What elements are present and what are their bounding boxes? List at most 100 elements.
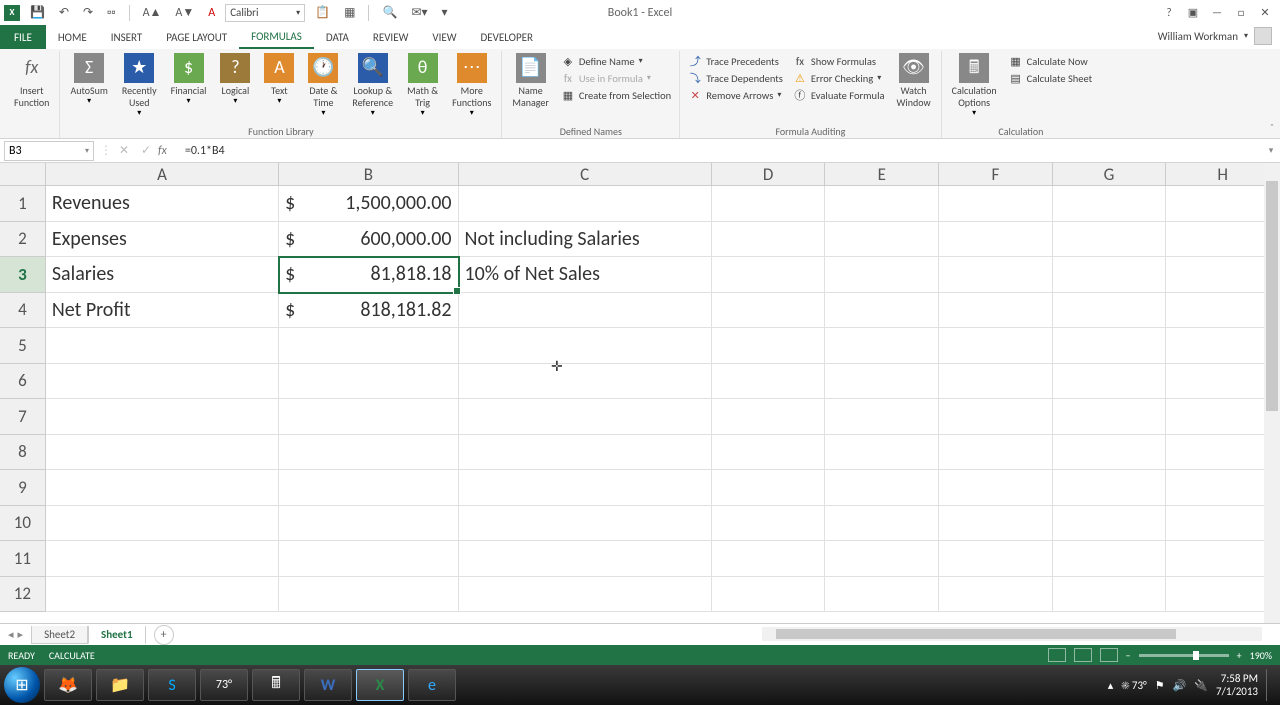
row-header-10[interactable]: 10 [0,506,46,542]
taskbar-ie-icon[interactable]: e [408,669,456,701]
show-formulas-button[interactable]: fxShow Formulas [789,53,889,69]
cell[interactable] [459,506,712,542]
expand-formula-bar-icon[interactable]: ▾ [1262,145,1280,156]
cell[interactable] [825,541,939,577]
trace-precedents-button[interactable]: ⤴Trace Precedents [684,53,787,69]
cell[interactable] [1166,293,1280,329]
cell[interactable] [1053,506,1167,542]
qat-print-preview-icon[interactable]: 🔍 [378,3,401,22]
cell[interactable] [825,506,939,542]
cell-b3[interactable]: $81,818.18 [279,257,458,293]
taskbar-word-icon[interactable]: W [304,669,352,701]
cell[interactable] [712,186,826,222]
row-header-3[interactable]: 3 [0,257,46,293]
cell[interactable] [939,222,1053,258]
taskbar-weather-icon[interactable]: 73° [200,669,248,701]
minimize-button[interactable]: — [1206,4,1228,22]
define-name-button[interactable]: ◈Define Name ▾ [557,53,675,69]
date-time-button[interactable]: 🕐Date & Time▾ [302,51,344,123]
cell[interactable] [1166,186,1280,222]
row-header-7[interactable]: 7 [0,399,46,435]
create-from-selection-button[interactable]: ▦Create from Selection [557,87,675,103]
calculate-sheet-button[interactable]: ▤Calculate Sheet [1005,70,1097,86]
col-header-h[interactable]: H [1166,163,1280,185]
sheet-tab-sheet2[interactable]: Sheet2 [31,626,88,644]
col-header-a[interactable]: A [46,163,279,185]
spreadsheet-grid[interactable]: A B C D E F G H 1 Revenues $1,500,000.00… [0,163,1280,623]
cell[interactable] [939,541,1053,577]
row-header-1[interactable]: 1 [0,186,46,222]
cell[interactable] [1166,399,1280,435]
math-trig-button[interactable]: θMath & Trig▾ [401,51,444,123]
cell[interactable] [1053,293,1167,329]
cell[interactable] [46,506,279,542]
lookup-button[interactable]: 🔍Lookup & Reference▾ [346,51,399,123]
zoom-level[interactable]: 190% [1250,649,1272,662]
text-button[interactable]: AText▾ [258,51,300,123]
cell[interactable] [1053,364,1167,400]
cell[interactable] [1166,364,1280,400]
cell[interactable] [1053,328,1167,364]
cell[interactable] [712,577,826,613]
name-manager-button[interactable]: 📄Name Manager [506,51,554,123]
qat-email-icon[interactable]: ✉▾ [407,3,431,22]
cell-b4[interactable]: $818,181.82 [279,293,458,329]
row-header-6[interactable]: 6 [0,364,46,400]
col-header-b[interactable]: B [279,163,458,185]
cell[interactable] [459,328,712,364]
cell[interactable] [1166,257,1280,293]
collapse-ribbon-icon[interactable]: ˆ [1270,121,1274,134]
cell[interactable] [712,399,826,435]
cell[interactable] [1053,257,1167,293]
insert-function-button[interactable]: fx Insert Function [8,51,55,123]
tab-home[interactable]: HOME [46,25,99,49]
cell[interactable] [939,186,1053,222]
qat-save-icon[interactable]: 💾 [26,3,49,22]
show-desktop-button[interactable] [1266,669,1274,701]
select-all-corner[interactable] [0,163,46,185]
cell[interactable] [1053,577,1167,613]
cell[interactable] [712,257,826,293]
cell-c4[interactable] [459,293,712,329]
font-selector[interactable]: Calibri▾ [225,4,305,22]
taskbar-explorer-icon[interactable]: 📁 [96,669,144,701]
cell[interactable] [1166,328,1280,364]
cell-a3[interactable]: Salaries [46,257,279,293]
cell[interactable] [279,506,458,542]
cell[interactable] [712,364,826,400]
evaluate-formula-button[interactable]: ⓕEvaluate Formula [789,87,889,103]
cell[interactable] [825,577,939,613]
cell[interactable] [459,577,712,613]
close-button[interactable]: ✕ [1254,4,1276,22]
view-page-layout-icon[interactable] [1074,648,1092,662]
cell[interactable] [459,364,712,400]
taskbar-skype-icon[interactable]: S [148,669,196,701]
tray-weather-icon[interactable]: ☀ 73° [1121,679,1146,692]
cell[interactable] [939,364,1053,400]
view-page-break-icon[interactable] [1100,648,1118,662]
tab-review[interactable]: REVIEW [361,25,421,49]
cell[interactable] [1166,470,1280,506]
autosum-button[interactable]: ΣAutoSum▾ [64,51,113,123]
cell[interactable] [939,257,1053,293]
tray-clock[interactable]: 7:58 PM 7/1/2013 [1216,672,1258,698]
financial-button[interactable]: $Financial▾ [165,51,213,123]
qat-grid-icon[interactable]: ▦ [340,3,359,22]
cell[interactable] [712,222,826,258]
cell[interactable] [825,399,939,435]
user-avatar-icon[interactable] [1254,27,1272,45]
cell[interactable] [712,435,826,471]
cell[interactable] [939,577,1053,613]
font-size-down-icon[interactable]: A▼ [171,3,198,22]
zoom-in-icon[interactable]: + [1237,649,1242,662]
cell[interactable] [1166,541,1280,577]
cell[interactable] [825,293,939,329]
cell[interactable] [46,364,279,400]
qat-redo-icon[interactable]: ↷ [79,3,97,22]
cell[interactable] [46,470,279,506]
qat-more-icon[interactable]: ▾ [438,3,452,22]
cell[interactable] [825,328,939,364]
cell[interactable] [46,541,279,577]
taskbar-firefox-icon[interactable]: 🦊 [44,669,92,701]
vertical-scrollbar[interactable] [1264,163,1280,623]
